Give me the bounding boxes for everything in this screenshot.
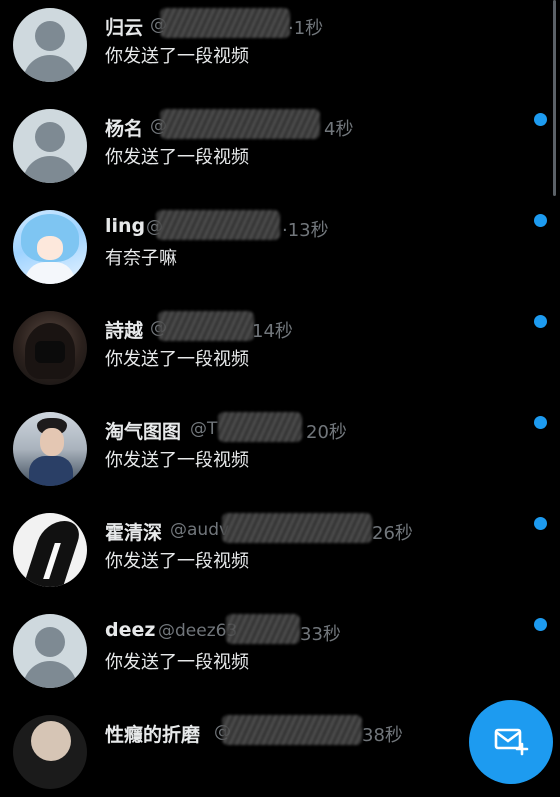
message-time: 38秒 (362, 725, 403, 746)
unread-dot (534, 416, 547, 429)
anime-girl-photo[interactable] (13, 210, 87, 284)
redaction-scribble (160, 109, 320, 139)
contact-name: 淘气图图 (105, 421, 182, 443)
unread-dot (534, 517, 547, 530)
conversation-row[interactable]: 詩越 @ 14秒 你发送了一段视频 (0, 292, 560, 393)
redaction-scribble (160, 8, 290, 38)
redaction-scribble (222, 715, 362, 745)
redaction-scribble (158, 311, 254, 341)
contact-handle: @T (190, 419, 218, 439)
contact-handle: @audv (170, 520, 230, 540)
message-preview: 你发送了一段视频 (105, 46, 249, 67)
message-preview: 你发送了一段视频 (105, 450, 249, 471)
message-time: ·13秒 (282, 220, 329, 241)
new-message-button[interactable] (469, 700, 553, 784)
masked-person-photo[interactable] (13, 311, 87, 385)
new-message-icon (494, 728, 529, 756)
conversation-row[interactable]: deez @deez63 33秒 你发送了一段视频 (0, 595, 560, 696)
conversation-row[interactable]: 霍清深 @audv 26秒 你发送了一段视频 (0, 494, 560, 595)
message-time: 4秒 (324, 119, 354, 140)
conversation-row[interactable]: ling @ ·13秒 有奈子嘛 (0, 191, 560, 292)
contact-name: deez (105, 619, 156, 641)
contact-name: 杨名 (105, 118, 144, 140)
default-avatar-icon[interactable] (13, 614, 87, 688)
message-time: 20秒 (306, 422, 347, 443)
redaction-scribble (222, 513, 372, 543)
message-time: 26秒 (372, 523, 413, 544)
unread-dot (534, 214, 547, 227)
message-time: 33秒 (300, 624, 341, 645)
unread-dot (534, 618, 547, 631)
conversation-list: 归云 @ ·1秒 你发送了一段视频 杨名 @ 4秒 你发送了一段视频 ling … (0, 0, 560, 797)
default-avatar-icon[interactable] (13, 109, 87, 183)
message-preview: 你发送了一段视频 (105, 652, 249, 673)
message-time: 14秒 (252, 321, 293, 342)
redaction-scribble (226, 614, 300, 644)
bw-figure-photo[interactable] (13, 513, 87, 587)
unread-dot (534, 315, 547, 328)
conversation-row[interactable]: 归云 @ ·1秒 你发送了一段视频 (0, 0, 560, 90)
message-preview: 你发送了一段视频 (105, 551, 249, 572)
message-time: ·1秒 (288, 18, 324, 39)
contact-name: 詩越 (105, 320, 144, 342)
contact-name: ling (105, 215, 146, 237)
unread-dot (534, 113, 547, 126)
message-preview: 有奈子嘛 (105, 248, 177, 269)
contact-name: 性癮的折磨 (105, 724, 201, 746)
conversation-row[interactable]: 淘气图图 @T 20秒 你发送了一段视频 (0, 393, 560, 494)
contact-name: 霍清深 (105, 522, 163, 544)
scrollbar[interactable] (553, 0, 556, 196)
boy-photo[interactable] (13, 412, 87, 486)
message-preview: 你发送了一段视频 (105, 349, 249, 370)
message-preview: 你发送了一段视频 (105, 147, 249, 168)
redaction-scribble (156, 210, 280, 240)
default-avatar-icon[interactable] (13, 8, 87, 82)
redaction-scribble (218, 412, 302, 442)
conversation-row[interactable]: 杨名 @ 4秒 你发送了一段视频 (0, 90, 560, 191)
contact-name: 归云 (105, 17, 144, 39)
person-photo[interactable] (13, 715, 87, 789)
